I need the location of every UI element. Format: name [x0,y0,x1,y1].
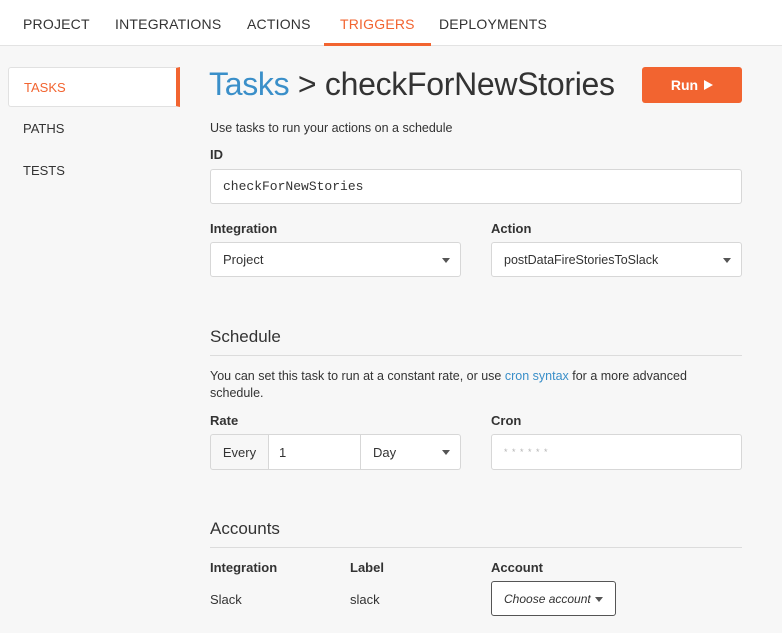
page-title: Tasks > checkForNewStories [209,66,615,103]
tab-integrations[interactable]: INTEGRATIONS [115,0,221,46]
chevron-down-icon [595,597,603,602]
rate-input-group: Every 1 Day [210,434,461,470]
play-icon [704,80,714,90]
cron-input[interactable]: * * * * * * [491,434,742,470]
id-input[interactable]: checkForNewStories [210,169,742,204]
rate-unit-value: Day [373,444,397,460]
task-name: checkForNewStories [324,66,615,102]
breadcrumb-tasks[interactable]: Tasks [209,66,290,102]
sidebar-item-tests[interactable]: TESTS [8,151,180,191]
tab-triggers[interactable]: TRIGGERS [324,0,431,46]
chevron-down-icon [442,258,450,263]
action-label: Action [491,221,532,236]
accounts-col-integration: Integration [210,560,278,575]
schedule-help-line2: schedule. [210,386,264,400]
run-button-label: Run [670,77,699,93]
integration-select[interactable]: Project [210,242,461,277]
sidebar-item-tasks[interactable]: TASKS [8,67,180,107]
integration-label: Integration [210,221,278,236]
choose-account-placeholder: Choose account [504,591,591,606]
schedule-divider [210,355,742,356]
cron-syntax-link[interactable]: cron syntax [505,369,569,383]
id-label: ID [210,147,223,162]
every-addon: Every [210,434,269,470]
cron-placeholder: * * * * * * [504,447,549,457]
page-description: Use tasks to run your actions on a sched… [210,121,453,135]
tab-deployments[interactable]: DEPLOYMENTS [439,0,547,46]
schedule-title: Schedule [210,327,281,346]
chevron-down-icon [723,258,731,263]
action-select[interactable]: postDataFireStoriesToSlack [491,242,742,277]
schedule-help-text: You can set this task to run at a consta… [210,369,505,383]
schedule-help-text-after: for a more advanced [568,369,687,383]
top-nav: PROJECT INTEGRATIONS ACTIONS TRIGGERS DE… [0,0,782,46]
tab-actions[interactable]: ACTIONS [247,0,311,46]
integration-select-value: Project [223,252,264,267]
choose-account-select[interactable]: Choose account [491,581,616,616]
accounts-col-label: Label [350,560,384,575]
accounts-title: Accounts [210,519,280,538]
run-button[interactable]: Run [642,67,742,103]
tab-project[interactable]: PROJECT [23,0,90,46]
breadcrumb-separator: > [297,66,317,102]
account-row-integration: Slack [210,592,242,607]
accounts-divider [210,547,742,548]
sidebar-item-paths[interactable]: PATHS [8,109,180,149]
rate-label: Rate [210,413,239,428]
action-select-value: postDataFireStoriesToSlack [504,252,659,267]
schedule-help: You can set this task to run at a consta… [210,369,687,383]
rate-value-input[interactable]: 1 [269,434,361,470]
account-row-label: slack [350,592,380,607]
chevron-down-icon [442,450,450,455]
accounts-col-account: Account [491,560,543,575]
cron-label: Cron [491,413,522,428]
rate-unit-select[interactable]: Day [361,434,461,470]
